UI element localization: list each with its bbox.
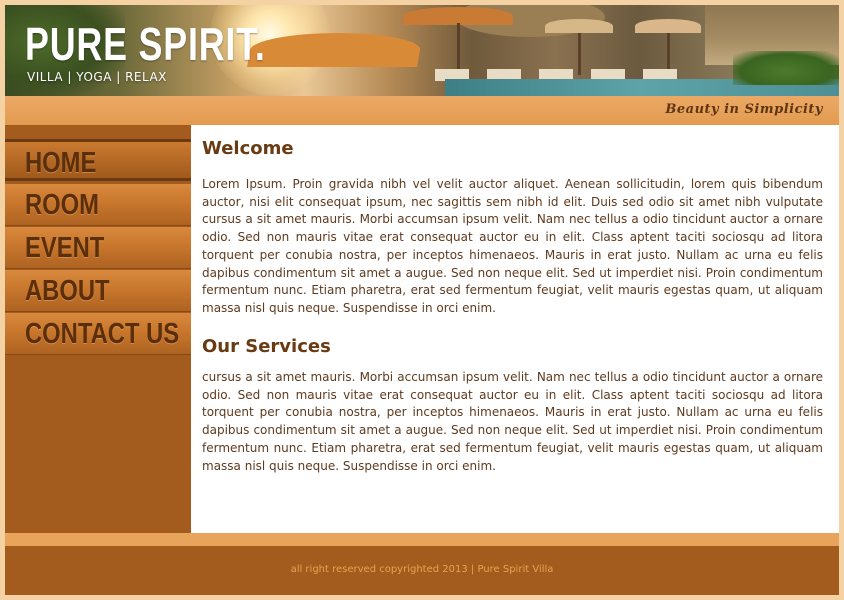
site-logo-title[interactable]: PURE SPIRIT. (25, 19, 266, 69)
nav-item-label: ROOM (25, 189, 99, 221)
nav-item-label: HOME (25, 147, 97, 179)
nav-item-room[interactable]: ROOM (5, 184, 191, 226)
page-frame: PURE SPIRIT. VILLA | YOGA | RELAX Beauty… (5, 5, 839, 595)
header-banner: PURE SPIRIT. VILLA | YOGA | RELAX (5, 5, 839, 96)
sidebar-nav: HOME ROOM EVENT ABOUT CONTACT US (5, 125, 191, 533)
footer-copyright: all right reserved copyrighted 2013 | Pu… (290, 564, 554, 575)
services-heading: Our Services (202, 336, 331, 357)
welcome-paragraph: Lorem Ipsum. Proin gravida nibh vel veli… (202, 177, 823, 315)
nav-item-label: CONTACT US (25, 318, 180, 350)
welcome-heading: Welcome (202, 138, 294, 159)
footer-divider (5, 533, 839, 546)
nav-item-about[interactable]: ABOUT (5, 270, 191, 312)
site-tagline: VILLA | YOGA | RELAX (27, 70, 167, 84)
banner-bushes (733, 51, 839, 85)
nav-item-contact-us[interactable]: CONTACT US (5, 313, 191, 355)
footer: all right reserved copyrighted 2013 | Pu… (5, 546, 839, 595)
nav-item-label: EVENT (25, 232, 105, 264)
slogan-text: Beauty in Simplicity (665, 102, 823, 117)
nav-item-label: ABOUT (25, 275, 110, 307)
banner-umbrella (545, 19, 613, 33)
banner-umbrella (247, 33, 423, 67)
slogan-bar: Beauty in Simplicity (5, 96, 839, 125)
nav-item-home[interactable]: HOME (5, 139, 191, 181)
nav-item-event[interactable]: EVENT (5, 227, 191, 269)
main-content: Welcome Lorem Ipsum. Proin gravida nibh … (191, 125, 839, 533)
services-paragraph: cursus a sit amet mauris. Morbi accumsan… (202, 370, 823, 473)
banner-umbrella (635, 19, 701, 33)
